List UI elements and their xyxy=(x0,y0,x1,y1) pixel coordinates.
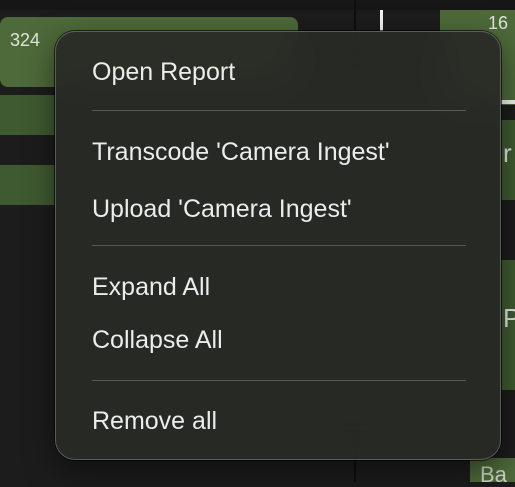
menu-item-expand-all[interactable]: Expand All xyxy=(92,275,210,300)
menu-separator xyxy=(92,380,466,381)
right-letter-r: r xyxy=(503,138,512,168)
right-count-label: 16 xyxy=(488,13,509,33)
clip-block-left-mid[interactable] xyxy=(0,95,56,135)
menu-separator xyxy=(92,245,466,246)
playhead-line[interactable] xyxy=(380,10,383,32)
menu-item-collapse-all[interactable]: Collapse All xyxy=(92,328,223,353)
right-letter-p: P xyxy=(503,303,515,333)
right-white-edge xyxy=(500,100,515,104)
menu-separator xyxy=(92,110,466,111)
menu-item-upload[interactable]: Upload 'Camera Ingest' xyxy=(92,197,352,222)
menu-item-remove-all[interactable]: Remove all xyxy=(92,409,217,434)
menu-item-open-report[interactable]: Open Report xyxy=(92,60,235,85)
clip-block-left-lower[interactable] xyxy=(0,165,56,205)
bottom-fragment-label: Ba xyxy=(480,462,507,487)
menu-item-transcode[interactable]: Transcode 'Camera Ingest' xyxy=(92,140,390,165)
context-menu: Open Report Transcode 'Camera Ingest' Up… xyxy=(55,31,501,460)
left-count-label: 324 xyxy=(10,30,41,50)
top-strip xyxy=(0,0,515,10)
